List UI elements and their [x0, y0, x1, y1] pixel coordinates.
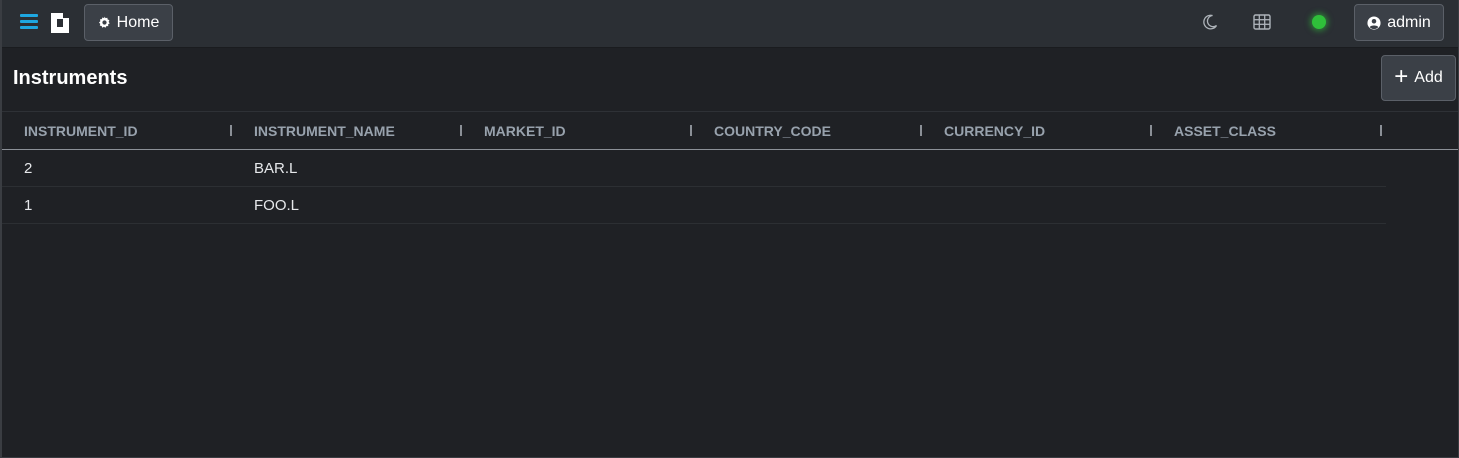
column-header-label: CURRENCY_ID [944, 122, 1046, 139]
column-header-asset-class[interactable]: ASSET_CLASS [1152, 112, 1382, 149]
column-header-label: INSTRUMENT_NAME [254, 122, 395, 139]
table-cell [692, 187, 922, 223]
home-button[interactable]: Home [84, 4, 173, 41]
table-cell [462, 150, 692, 186]
column-header-country-code[interactable]: COUNTRY_CODE [692, 112, 922, 149]
top-bar: Home admin [2, 0, 1458, 48]
user-menu-label: admin [1387, 13, 1431, 31]
logo-icon [51, 13, 69, 33]
column-header-label: COUNTRY_CODE [714, 122, 831, 139]
add-button-label: Add [1414, 69, 1443, 86]
table-cell [922, 187, 1152, 223]
user-menu-button[interactable]: admin [1354, 4, 1444, 41]
home-button-label: Home [116, 13, 160, 31]
table-header: INSTRUMENT_ID INSTRUMENT_NAME MARKET_ID … [2, 112, 1458, 150]
column-resize-handle[interactable] [1380, 125, 1382, 136]
add-button[interactable]: + Add [1381, 55, 1456, 101]
column-header-instrument-name[interactable]: INSTRUMENT_NAME [232, 112, 462, 149]
app-window: Home admin Instruments + Add INSTRUMENT_… [0, 0, 1459, 458]
table-cell: 1 [24, 196, 33, 214]
table-cell [1152, 150, 1382, 186]
table-cell: 2 [24, 159, 33, 177]
column-header-label: ASSET_CLASS [1174, 122, 1276, 139]
menu-icon[interactable] [20, 14, 38, 30]
column-header-currency-id[interactable]: CURRENCY_ID [922, 112, 1152, 149]
user-circle-icon [1367, 15, 1381, 30]
table-row[interactable]: 2 BAR.L [2, 150, 1386, 187]
column-header-label: MARKET_ID [484, 122, 566, 139]
table-cell [922, 150, 1152, 186]
plus-icon: + [1394, 63, 1409, 90]
column-header-label: INSTRUMENT_ID [24, 122, 138, 139]
table-cell [1152, 187, 1382, 223]
connection-status-indicator [1312, 15, 1326, 29]
column-header-market-id[interactable]: MARKET_ID [462, 112, 692, 149]
page-title: Instruments [13, 67, 128, 89]
table-cell: BAR.L [254, 159, 298, 177]
grid-icon[interactable] [1252, 12, 1272, 32]
table-cell: FOO.L [254, 196, 300, 214]
column-header-instrument-id[interactable]: INSTRUMENT_ID [2, 112, 232, 149]
table-cell [462, 187, 692, 223]
moon-icon[interactable] [1200, 12, 1220, 32]
table-cell [692, 150, 922, 186]
table-row[interactable]: 1 FOO.L [2, 187, 1386, 224]
gear-icon [98, 16, 110, 28]
